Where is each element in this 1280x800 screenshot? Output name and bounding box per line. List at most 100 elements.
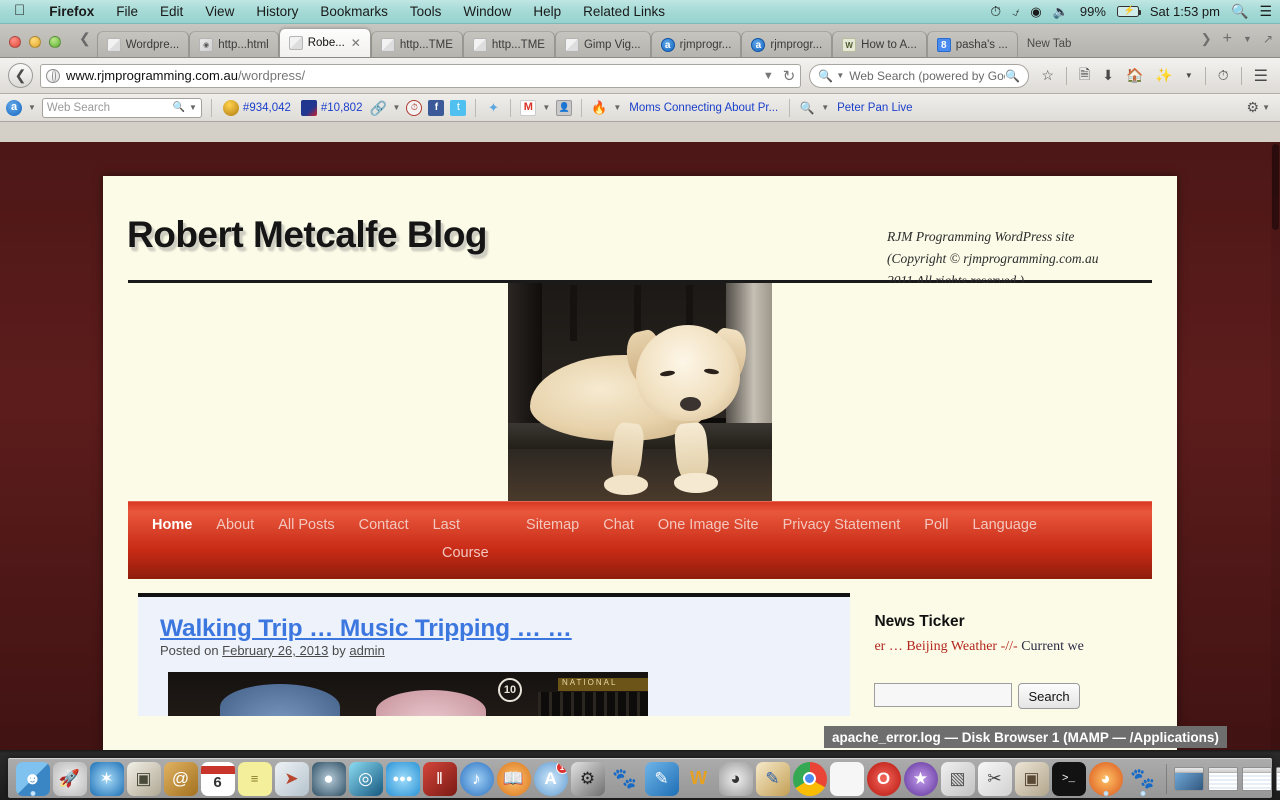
menu-window[interactable]: Window <box>452 4 522 19</box>
chevron-down-icon[interactable]: ▼ <box>836 71 844 80</box>
reload-icon[interactable]: ↻ <box>783 67 796 85</box>
clock-icon[interactable]: ⏱ <box>990 3 1001 20</box>
sparkle-icon[interactable]: ✦ <box>485 100 501 116</box>
chevron-right-icon[interactable]: ❯ <box>1201 31 1212 47</box>
chevron-down-icon[interactable]: ▼ <box>763 70 774 82</box>
search-icon[interactable]: 🔍 <box>1231 3 1248 20</box>
calendar-icon[interactable]: 6 <box>200 761 235 796</box>
gimp-running-icon[interactable]: 🐾 <box>1126 762 1160 796</box>
bookmark-sitemeter[interactable]: #934,042 <box>221 99 293 116</box>
minimize-window-button[interactable] <box>29 36 41 48</box>
wifi-icon[interactable]: ◉ <box>1030 4 1041 20</box>
nav-link[interactable]: Chat <box>591 511 646 539</box>
imovie-icon[interactable]: ★ <box>903 761 938 796</box>
libreoffice-icon[interactable] <box>829 761 864 796</box>
list-icon[interactable]: ☰ <box>1259 3 1272 20</box>
menu-firefox[interactable]: Firefox <box>38 4 105 19</box>
page-scrollbar[interactable] <box>1271 142 1280 774</box>
post-date-link[interactable]: February 26, 2013 <box>222 643 328 658</box>
chevron-down-icon[interactable]: ▼ <box>542 103 550 112</box>
twitter-share-icon[interactable]: t <box>450 99 467 116</box>
downloads-icon[interactable]: ⬇ <box>1102 67 1114 84</box>
menu-help[interactable]: Help <box>522 4 572 19</box>
menu-view[interactable]: View <box>194 4 245 19</box>
battery-icon[interactable]: ⚡ <box>1116 5 1142 17</box>
menu-bar-clock[interactable]: Sat 1:53 pm <box>1150 4 1220 19</box>
scrollbar-thumb[interactable] <box>1272 144 1279 230</box>
paint-icon[interactable]: ✎ <box>755 761 790 796</box>
link-icon[interactable]: 🔗 <box>370 100 386 116</box>
nav-link[interactable]: Contact <box>347 511 421 539</box>
nav-item-last[interactable]: Last <box>421 511 472 539</box>
w-logo-icon[interactable]: W <box>682 762 716 796</box>
zoom-window-button[interactable] <box>49 36 61 48</box>
tab-http-html[interactable]: ◉ http...html <box>189 31 279 57</box>
safari-icon[interactable]: ✶ <box>89 761 124 796</box>
gear-icon[interactable]: ⚙ <box>1247 99 1260 116</box>
facebook-share-icon[interactable]: f <box>428 99 445 116</box>
system-preferences-icon[interactable]: ⚙ <box>570 761 605 796</box>
itunes-icon[interactable]: ♪ <box>459 761 494 796</box>
close-icon[interactable]: ✕ <box>351 36 361 50</box>
alexa-icon[interactable]: a <box>6 99 22 116</box>
chevron-left-icon[interactable]: ❮ <box>77 30 97 57</box>
bookmark-star-icon[interactable]: ☆ <box>1041 67 1054 84</box>
minimized-window-spreadsheet[interactable] <box>1208 766 1238 791</box>
launchpad-icon[interactable]: 🚀 <box>52 761 87 796</box>
menu-bookmarks[interactable]: Bookmarks <box>309 4 399 19</box>
tab-new-tab[interactable]: New Tab <box>1018 31 1081 57</box>
app-store-icon[interactable]: A1 <box>533 761 568 796</box>
hamburger-menu-icon[interactable]: ☰ <box>1254 66 1268 86</box>
bluetooth-icon[interactable]: ⍻ <box>1012 4 1019 20</box>
bookmark-search-input[interactable]: Web Search <box>47 102 169 114</box>
tab-robert-metcalfe-blog[interactable]: Robe... ✕ <box>278 28 371 57</box>
nav-item-all-posts[interactable]: All Posts <box>266 511 346 539</box>
nav-link[interactable]: Last <box>421 511 472 539</box>
chevron-down-icon[interactable]: ▼ <box>189 103 197 112</box>
search-button[interactable]: Search <box>1018 683 1080 709</box>
minimized-window-photo[interactable] <box>1174 766 1204 791</box>
nav-item-about[interactable]: About <box>204 511 266 539</box>
search-input[interactable]: Web Search (powered by Goo <box>849 69 1005 83</box>
scissors-icon[interactable]: ✂ <box>977 761 1012 796</box>
nav-item-course[interactable]: Course <box>140 539 1152 567</box>
textedit-icon[interactable]: ✎ <box>644 761 679 796</box>
iphoto-icon[interactable]: ▣ <box>126 761 161 796</box>
tab-gimp-vignette[interactable]: Gimp Vig... <box>554 31 651 57</box>
address-book-icon[interactable]: @ <box>163 761 198 796</box>
tab-rjmprogramming-2[interactable]: a rjmprogr... <box>741 31 833 57</box>
bookmark-peter-pan-live[interactable]: Peter Pan Live <box>835 102 914 114</box>
chrome-icon[interactable] <box>792 761 827 796</box>
post-author-link[interactable]: admin <box>349 643 384 658</box>
chevron-down-icon[interactable]: ▼ <box>1262 103 1270 112</box>
messages-icon[interactable]: ●●● <box>385 761 420 796</box>
menu-file[interactable]: File <box>105 4 149 19</box>
nav-link[interactable]: About <box>204 511 266 539</box>
tab-http-tme-1[interactable]: http...TME <box>370 31 463 57</box>
bookmark-au-rank[interactable]: #10,802 <box>299 99 365 116</box>
nav-link[interactable]: One Image Site <box>646 511 771 539</box>
facetime-icon[interactable]: ● <box>311 761 346 796</box>
nav-item-one-image-site[interactable]: One Image Site <box>646 511 771 539</box>
tab-rjmprogramming-1[interactable]: a rjmprogr... <box>650 31 742 57</box>
sync-icon[interactable]: ✨ <box>1155 67 1172 84</box>
search-submit-icon[interactable]: 🔍 <box>1005 69 1020 83</box>
bookmark-moms-connecting[interactable]: Moms Connecting About Pr... <box>627 102 780 114</box>
chevron-down-icon[interactable]: ▼ <box>392 103 400 112</box>
ibooks-icon[interactable]: 📖 <box>496 761 531 796</box>
photos-icon[interactable]: ▣ <box>1014 761 1049 796</box>
chevron-down-icon[interactable]: ▼ <box>1243 34 1252 44</box>
nav-item-sitemap[interactable]: Sitemap <box>514 511 591 539</box>
contacts-icon[interactable]: 👤 <box>556 99 573 116</box>
stickies-icon[interactable]: ≡ <box>237 761 272 796</box>
home-icon[interactable]: 🏠 <box>1126 67 1143 84</box>
nav-link[interactable]: Course <box>430 539 1152 567</box>
post-title-link[interactable]: Walking Trip … Music Tripping … … <box>160 615 572 642</box>
gimp-icon[interactable]: 🐾 <box>608 762 642 796</box>
search-input[interactable] <box>874 683 1013 707</box>
nav-item-home[interactable]: Home <box>140 511 204 539</box>
terminal-icon[interactable]: >_ <box>1051 761 1086 796</box>
gmail-icon[interactable]: M <box>520 99 537 116</box>
photo-booth-icon[interactable]: ◎ <box>348 761 383 796</box>
maps-icon[interactable]: ➤ <box>274 761 309 796</box>
